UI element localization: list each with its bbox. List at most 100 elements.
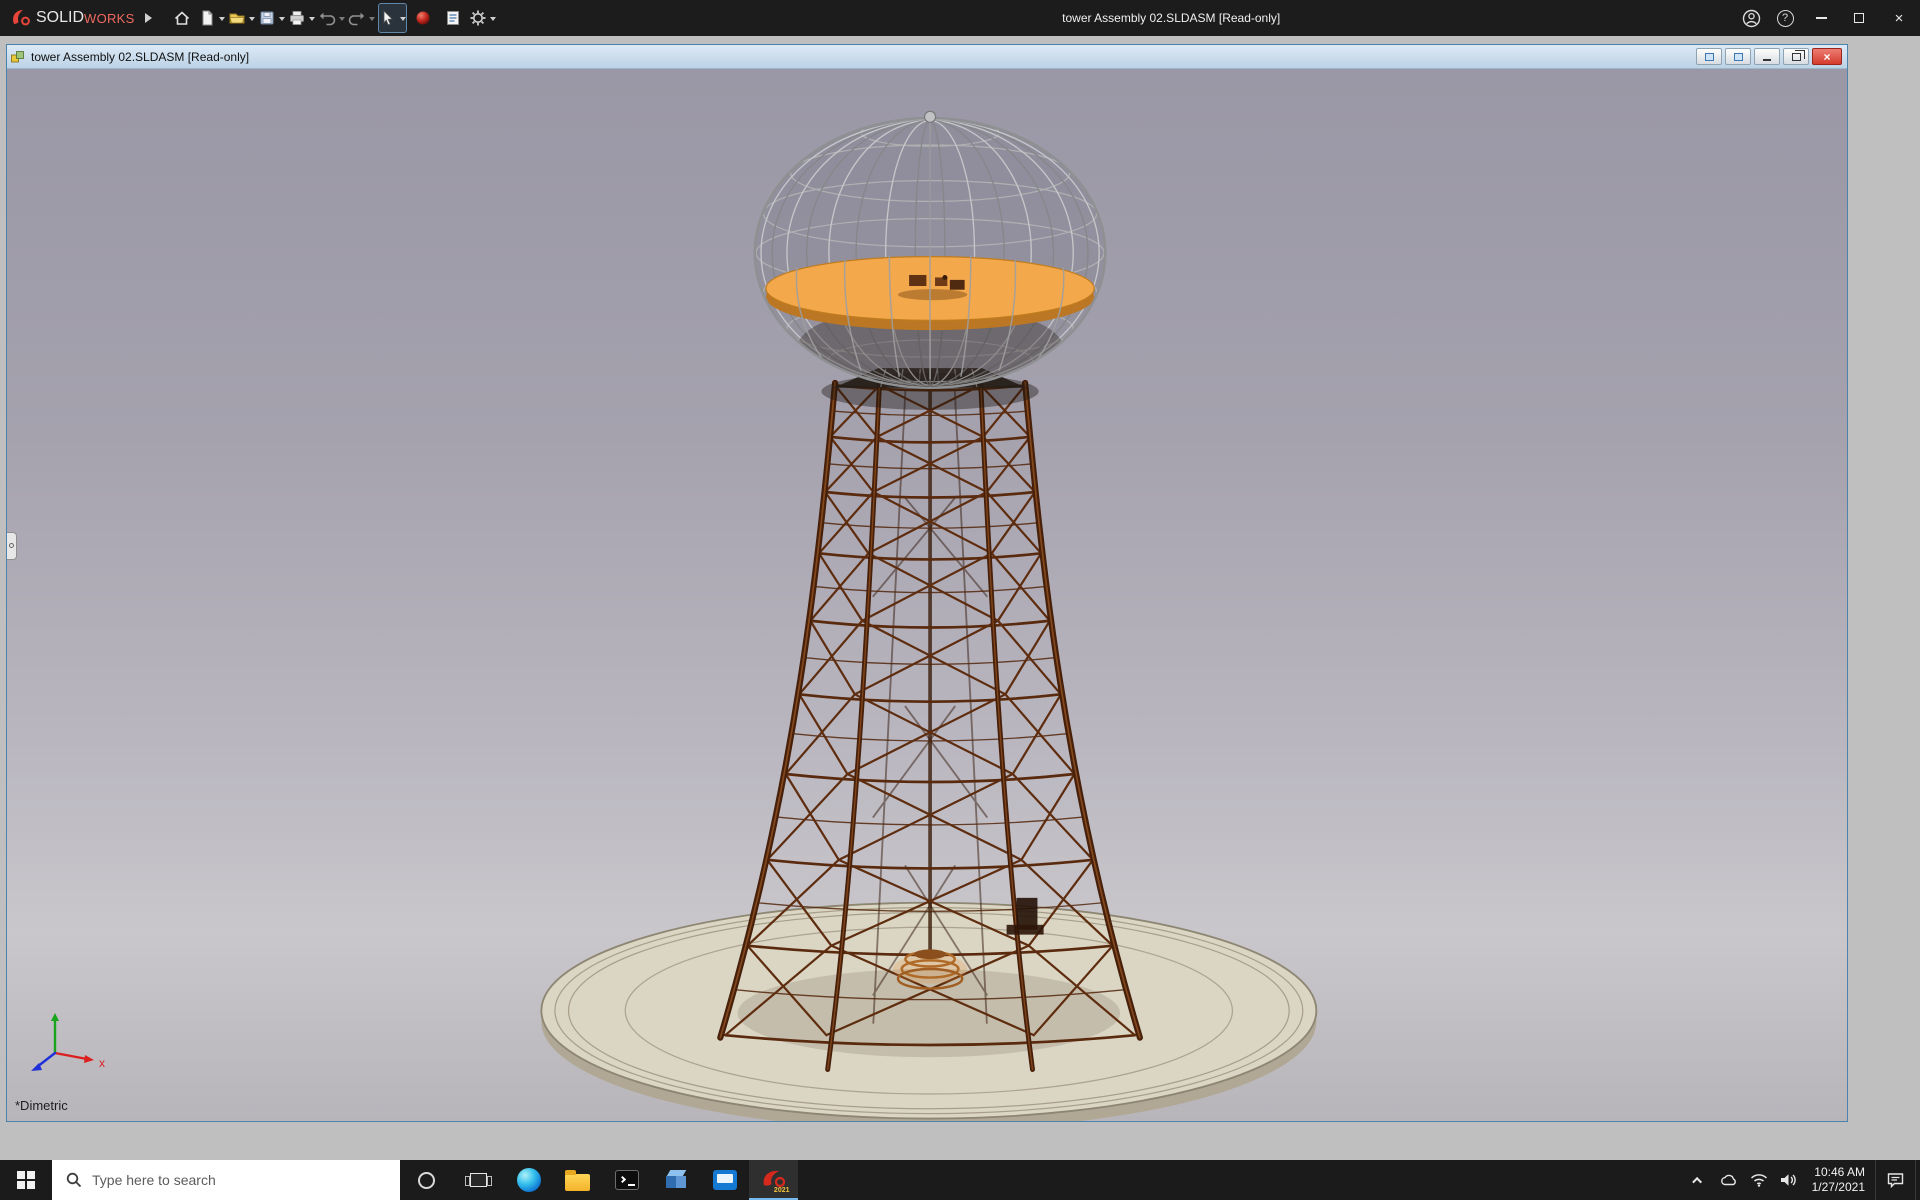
select-button[interactable]: [378, 3, 407, 33]
red-sphere-icon: [415, 10, 431, 26]
doc-minimize-button[interactable]: [1754, 48, 1780, 65]
taskbar-app-window[interactable]: [700, 1160, 749, 1200]
3d-model-view[interactable]: [7, 69, 1847, 1121]
print-button[interactable]: [288, 3, 316, 33]
tray-expand-button[interactable]: [1684, 1160, 1714, 1200]
doc-restore-button[interactable]: [1783, 48, 1809, 65]
file-explorer-icon: [565, 1174, 590, 1191]
brand-solid: SOLID: [36, 9, 84, 27]
taskbar-app-file-explorer[interactable]: [553, 1160, 602, 1200]
new-document-icon: [198, 9, 216, 27]
select-dropdown-icon[interactable]: [400, 17, 406, 24]
app-minimize-button[interactable]: [1802, 0, 1840, 36]
start-button[interactable]: [0, 1160, 52, 1200]
file-properties-icon: [444, 9, 462, 27]
new-document-dropdown-icon[interactable]: [219, 17, 225, 24]
save-icon: [258, 9, 276, 27]
graphics-viewport[interactable]: x *Dimetric: [7, 69, 1847, 1121]
select-arrow-icon: [379, 9, 397, 27]
view-orientation-label: *Dimetric: [15, 1098, 68, 1113]
dassault-logo-icon: [10, 8, 32, 28]
action-center-button[interactable]: [1875, 1160, 1915, 1200]
show-desktop-button[interactable]: [1915, 1160, 1920, 1200]
user-account-button[interactable]: [1734, 0, 1768, 36]
assembly-document-icon: [10, 49, 26, 65]
tray-cloud-button[interactable]: [1714, 1160, 1744, 1200]
open-button[interactable]: [228, 3, 256, 33]
menu-flyout-arrow-icon[interactable]: [145, 13, 157, 23]
print-icon: [288, 9, 306, 27]
task-view-icon: [470, 1173, 487, 1187]
options-dropdown-icon[interactable]: [490, 17, 496, 24]
save-button[interactable]: [258, 3, 286, 33]
taskbar-app-solidworks[interactable]: 2021: [749, 1160, 798, 1200]
redo-button[interactable]: [348, 3, 376, 33]
maximize-icon: [1854, 13, 1864, 23]
dome-finial: [925, 111, 936, 122]
taskbar-search-input[interactable]: [92, 1172, 352, 1188]
search-icon: [66, 1172, 82, 1188]
undo-button[interactable]: [318, 3, 346, 33]
options-button[interactable]: [469, 3, 497, 33]
doc-pane-button-2[interactable]: [1725, 48, 1751, 65]
dome-cage: [755, 111, 1105, 392]
taskbar-search[interactable]: [52, 1160, 400, 1200]
taskbar-app-terminal[interactable]: [602, 1160, 651, 1200]
cortana-button[interactable]: [400, 1160, 452, 1200]
doc-close-button[interactable]: ×: [1812, 48, 1842, 65]
edge-browser-icon: [517, 1168, 541, 1192]
cloud-icon: [1720, 1174, 1738, 1186]
undo-dropdown-icon[interactable]: [339, 17, 345, 24]
solidworks-logo: SOLIDWORKS: [0, 8, 141, 28]
solidworks-titlebar: SOLIDWORKS: [0, 0, 1920, 36]
home-button[interactable]: [168, 3, 196, 33]
triad-x-label: x: [99, 1056, 105, 1070]
clock-date: 1/27/2021: [1812, 1180, 1865, 1195]
chevron-up-icon: [1692, 1176, 1702, 1186]
app-maximize-button[interactable]: [1840, 0, 1878, 36]
restore-icon: [1792, 53, 1801, 61]
redo-dropdown-icon[interactable]: [369, 17, 375, 24]
gear-icon: [469, 9, 487, 27]
app-close-button[interactable]: ×: [1878, 0, 1920, 36]
close-icon: ×: [1823, 50, 1830, 64]
notifications-icon: [1887, 1172, 1904, 1188]
new-document-button[interactable]: [198, 3, 226, 33]
undo-icon: [318, 9, 336, 27]
cortana-icon: [418, 1172, 435, 1189]
clock-time: 10:46 AM: [1814, 1165, 1865, 1180]
network-icon: [1750, 1173, 1768, 1187]
pane-icon: [1705, 53, 1714, 61]
orientation-triad: x: [21, 1001, 121, 1087]
minimize-icon: [1763, 59, 1771, 61]
help-button[interactable]: ?: [1768, 0, 1802, 36]
collapsed-panel-tab[interactable]: [7, 532, 17, 560]
task-view-button[interactable]: [452, 1160, 504, 1200]
user-account-icon: [1742, 9, 1761, 28]
document-titlebar[interactable]: tower Assembly 02.SLDASM [Read-only] ×: [7, 45, 1847, 69]
open-folder-icon: [228, 9, 246, 27]
home-icon: [173, 9, 191, 27]
window-app-icon: [713, 1170, 737, 1190]
open-dropdown-icon[interactable]: [249, 17, 255, 24]
tray-volume-button[interactable]: [1774, 1160, 1804, 1200]
document-title: tower Assembly 02.SLDASM [Read-only]: [31, 50, 249, 64]
solidworks-year-badge: 2021: [774, 1187, 790, 1194]
close-icon: ×: [1895, 10, 1904, 27]
doc-pane-button-1[interactable]: [1696, 48, 1722, 65]
taskbar-app-edge[interactable]: [504, 1160, 553, 1200]
tray-network-button[interactable]: [1744, 1160, 1774, 1200]
window-title: tower Assembly 02.SLDASM [Read-only]: [1062, 11, 1280, 25]
brand-works: WORKS: [84, 11, 135, 26]
solidworks-app-icon: 2021: [760, 1167, 788, 1193]
minimize-icon: [1816, 17, 1827, 19]
file-properties-button[interactable]: [439, 3, 467, 33]
pane-icon: [1734, 53, 1743, 61]
document-window: tower Assembly 02.SLDASM [Read-only] ×: [6, 44, 1848, 1122]
panel-tab-dot-icon: [9, 543, 14, 548]
taskbar-clock[interactable]: 10:46 AM 1/27/2021: [1804, 1165, 1875, 1195]
taskbar-app-cube[interactable]: [651, 1160, 700, 1200]
print-dropdown-icon[interactable]: [309, 17, 315, 24]
save-dropdown-icon[interactable]: [279, 17, 285, 24]
red-sphere-button[interactable]: [409, 3, 437, 33]
